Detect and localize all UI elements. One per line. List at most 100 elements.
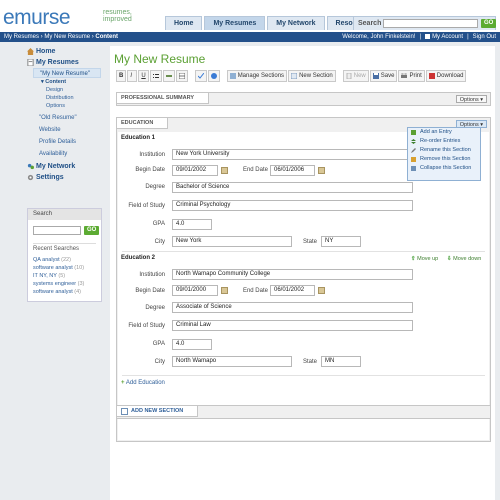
sidebar-item-profile-details[interactable]: Profile Details — [27, 137, 103, 147]
add-new-section-button[interactable]: ADD NEW SECTION — [117, 406, 199, 417]
new-label: New — [353, 73, 366, 79]
begin-date-label: Begin Date — [135, 288, 165, 294]
add-new-section-label: ADD NEW SECTION — [131, 408, 184, 414]
end-date-field[interactable]: 06/01/2006 — [270, 165, 315, 176]
top-search-input[interactable] — [383, 19, 478, 28]
top-search-go-button[interactable]: GO — [481, 19, 497, 28]
help-button[interactable] — [207, 70, 220, 82]
recent-search-term: software analyst — [33, 265, 73, 271]
recent-search-term: systems engineer — [33, 281, 77, 287]
institution-field[interactable]: New York University — [172, 149, 413, 160]
sidebar-home-label: Home — [36, 48, 56, 55]
sidebar-item-options[interactable]: Options — [27, 102, 103, 110]
breadcrumb-my-new-resume[interactable]: My New Resume — [44, 34, 90, 40]
new-button[interactable]: New — [342, 70, 369, 82]
italic-button[interactable]: I — [127, 70, 138, 82]
add-education-button[interactable]: + Add Education — [121, 380, 165, 386]
calendar-icon[interactable] — [318, 287, 325, 294]
network-icon — [27, 163, 34, 170]
summary-options-button[interactable]: Options ▾ — [455, 95, 487, 103]
tagline-line-2: improved — [103, 16, 132, 23]
gpa-field[interactable]: 4.0 — [172, 219, 212, 230]
menu-item-reorder-entries[interactable]: Re-order Entries — [408, 137, 480, 146]
education-tab[interactable]: EDUCATION — [117, 118, 169, 129]
recent-search-count: (10) — [74, 265, 85, 271]
menu-item-add-entry[interactable]: Add an Entry — [408, 128, 480, 137]
degree-field[interactable]: Bachelor of Science — [172, 182, 413, 193]
resume-icon — [27, 59, 34, 66]
print-button[interactable]: Print — [398, 70, 425, 82]
remove-icon — [411, 157, 416, 162]
state-field[interactable]: NY — [321, 236, 361, 247]
recent-search-item[interactable]: software analyst (4) — [33, 288, 84, 296]
calendar-icon[interactable] — [318, 167, 325, 174]
nav-tab-home[interactable]: Home — [165, 16, 203, 30]
recent-search-item[interactable]: QA analyst (22) — [33, 256, 84, 264]
state-label: State — [302, 359, 317, 365]
sidebar-item-design[interactable]: Design — [27, 86, 103, 94]
account-icon — [425, 34, 431, 39]
spellcheck-button[interactable] — [194, 70, 207, 82]
menu-item-label: Add an Entry — [420, 129, 452, 135]
sidebar-item-distribution[interactable]: Distribution — [27, 94, 103, 102]
welcome-text: Welcome, John Finkelstein! — [342, 34, 416, 40]
menu-item-remove-section[interactable]: Remove this Section — [408, 155, 480, 164]
field-of-study-label: Field of Study — [128, 323, 165, 329]
breadcrumb-my-resumes[interactable]: My Resumes — [4, 34, 39, 40]
my-account-label: My Account — [432, 34, 464, 40]
sidebar-item-old-resume[interactable]: "Old Resume" — [27, 113, 103, 123]
sidebar-search-go-button[interactable]: GO — [84, 226, 100, 235]
logo[interactable]: emurse — [3, 6, 71, 30]
move-up-button[interactable]: ⇧ Move up — [411, 256, 438, 262]
move-down-label: Move down — [453, 256, 482, 262]
my-account-link[interactable]: My Account — [425, 34, 463, 40]
table-button[interactable] — [175, 70, 188, 82]
menu-item-collapse-section[interactable]: Collapse this Section — [408, 164, 480, 173]
sidebar-item-settings[interactable]: Settings — [27, 172, 103, 183]
add-icon: + — [121, 380, 125, 386]
sidebar-item-my-resumes[interactable]: My Resumes — [27, 57, 103, 68]
download-button[interactable]: Download — [425, 70, 467, 82]
save-label: Save — [380, 73, 395, 79]
sign-out-link[interactable]: Sign Out — [473, 34, 496, 40]
new-section-button[interactable]: New Section — [288, 70, 336, 82]
recent-search-item[interactable]: systems engineer (3) — [33, 280, 84, 288]
sidebar-item-home[interactable]: Home — [27, 46, 103, 57]
page-title: My New Resume — [114, 52, 206, 66]
menu-item-rename-section[interactable]: Rename this Section — [408, 146, 480, 155]
menu-item-label: Re-order Entries — [420, 138, 461, 144]
state-field[interactable]: MN — [321, 356, 361, 367]
institution-field[interactable]: North Wamapo Community College — [172, 269, 413, 280]
sidebar-item-availability[interactable]: Availability — [27, 149, 103, 159]
bold-button[interactable]: B — [116, 70, 127, 82]
menu-item-label: Collapse this Section — [420, 165, 472, 171]
recent-search-item[interactable]: IT NY, NY (5) — [33, 272, 84, 280]
nav-tab-my-resumes[interactable]: My Resumes — [204, 16, 266, 30]
field-of-study-field[interactable]: Criminal Law — [172, 320, 413, 331]
recent-search-item[interactable]: software analyst (10) — [33, 264, 84, 272]
save-button[interactable]: Save — [369, 70, 398, 82]
manage-sections-button[interactable]: Manage Sections — [226, 70, 288, 82]
recent-search-count: (5) — [58, 273, 66, 279]
sidebar-item-my-network[interactable]: My Network — [27, 161, 103, 172]
print-label: Print — [409, 73, 422, 79]
field-of-study-field[interactable]: Criminal Psychology — [172, 200, 413, 211]
sidebar-item-website[interactable]: Website — [27, 125, 103, 135]
arrow-down-icon: ⇩ — [447, 256, 452, 262]
tagline-line-1: resumes, — [103, 9, 132, 16]
move-down-button[interactable]: ⇩ Move down — [447, 256, 481, 262]
recent-search-term: QA analyst — [33, 257, 60, 263]
sidebar-item-my-new-resume[interactable]: "My New Resume" — [33, 68, 101, 78]
underline-button[interactable]: U — [138, 70, 149, 82]
nav-tab-my-network[interactable]: My Network — [267, 16, 325, 30]
recent-search-count: (3) — [77, 281, 85, 287]
help-icon — [210, 73, 217, 79]
end-date-field[interactable]: 06/01/2002 — [270, 285, 315, 296]
horizontal-rule-button[interactable] — [162, 70, 175, 82]
gpa-field[interactable]: 4.0 — [172, 339, 212, 350]
sidebar-item-content[interactable]: ▾ Content — [27, 78, 103, 86]
professional-summary-tab[interactable]: PROFESSIONAL SUMMARY — [117, 93, 210, 104]
bullet-list-button[interactable] — [149, 70, 162, 82]
sidebar-search-input[interactable] — [33, 226, 81, 235]
degree-field[interactable]: Associate of Science — [172, 302, 413, 313]
